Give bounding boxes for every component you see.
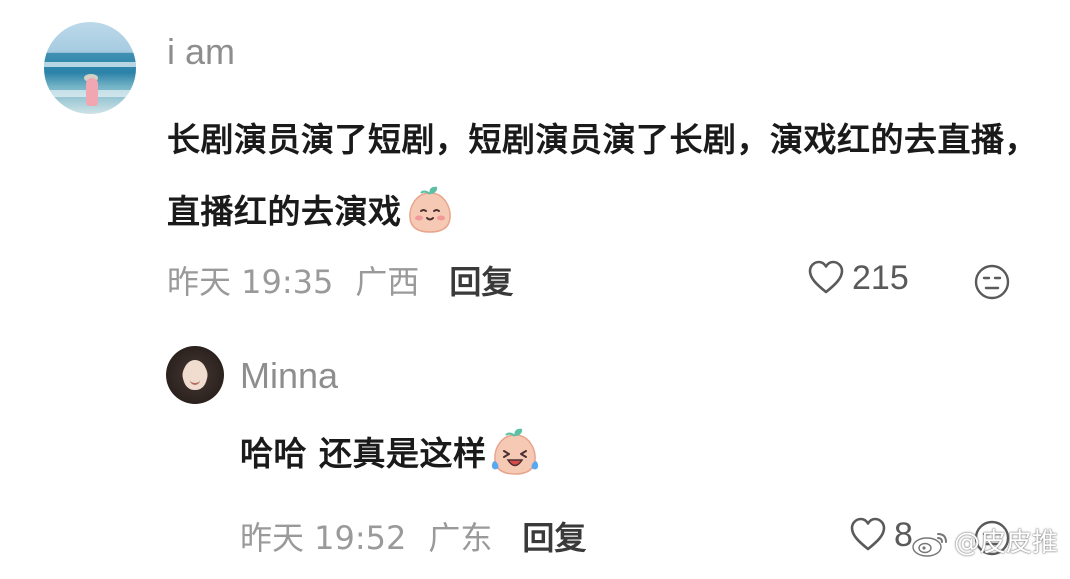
reply-meta: 昨天 19:52 广东 回复 [240,518,586,558]
watermark: @皮皮推 [910,526,1058,560]
reply-username[interactable]: Minna [240,354,338,398]
comment-text-body: 长剧演员演了短剧，短剧演员演了长剧，演戏红的去直播，直播红的去演戏 [167,120,1038,231]
dislike-face-icon[interactable] [972,262,1012,302]
avatar[interactable] [166,346,224,404]
weibo-logo-icon [912,533,947,557]
watermark-text: @皮皮推 [954,528,1059,558]
reply-text-body: 哈哈 还真是这样 [240,434,487,473]
heart-icon [808,260,844,294]
comment-location: 广西 [355,263,420,301]
comment-meta: 昨天 19:35 广西 回复 [167,262,513,302]
reply-text: 哈哈 还真是这样 [240,418,840,490]
peach-smile-emoji-icon [408,186,451,233]
comment-time: 昨天 19:35 [167,263,334,301]
like-count: 215 [852,259,909,297]
avatar[interactable] [44,22,136,114]
comment-text: 长剧演员演了短剧，短剧演员演了长剧，演戏红的去直播，直播红的去演戏 [167,104,1047,248]
reply-button[interactable]: 回复 [522,519,586,557]
avatar-figure [86,78,98,106]
reply-location: 广东 [428,519,493,557]
reply-button[interactable]: 回复 [449,263,513,301]
comment-username[interactable]: i am [167,30,235,74]
like-button[interactable]: 8 [848,515,913,555]
like-button[interactable]: 215 [806,258,909,298]
avatar-face [183,360,207,390]
peach-laugh-cry-emoji-icon [491,428,538,475]
heart-icon [850,517,886,551]
reply-time: 昨天 19:52 [240,519,407,557]
avatar-wave [44,62,136,67]
